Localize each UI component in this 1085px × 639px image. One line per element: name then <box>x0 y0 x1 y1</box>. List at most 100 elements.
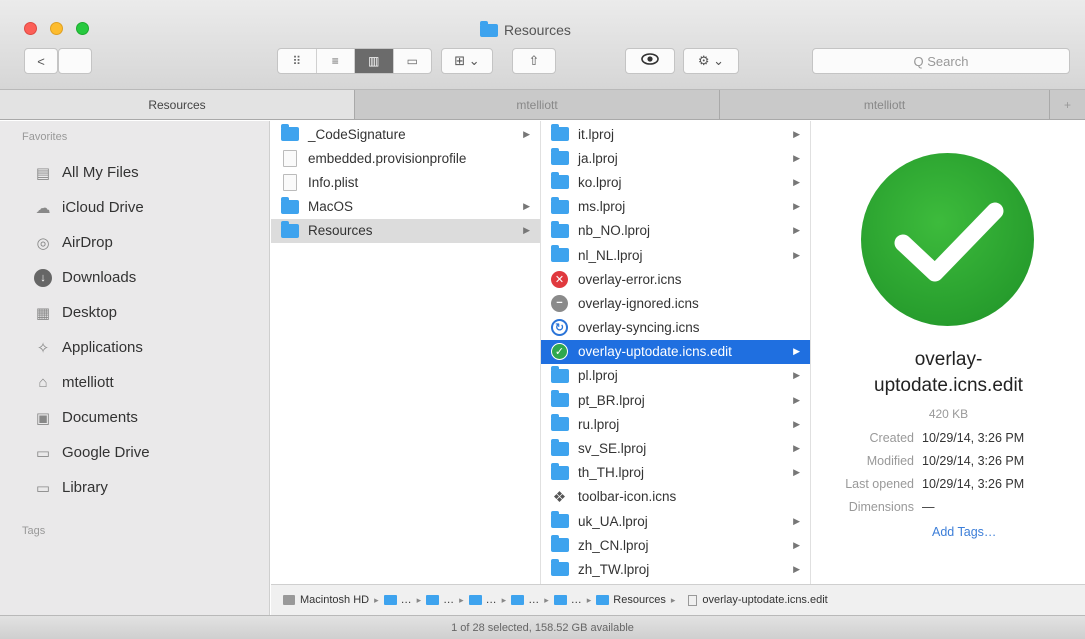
meta-value: 10/29/14, 3:26 PM <box>922 431 1025 445</box>
chevron-right-icon: ▶ <box>793 418 800 429</box>
search-field[interactable]: Q Search <box>812 48 1070 74</box>
sidebar-item-icloud-drive[interactable]: ☁ iCloud Drive <box>0 190 269 225</box>
list-item[interactable]: MacOS ▶ <box>271 195 540 219</box>
list-item[interactable]: th_TH.lproj ▶ <box>541 461 810 485</box>
chevron-right-icon: ▶ <box>793 563 800 574</box>
list-item[interactable]: ❖ toolbar-icon.icns <box>541 485 810 509</box>
file-name: overlay-error.icns <box>578 271 682 287</box>
chevron-right-icon: ▶ <box>793 249 800 260</box>
column-view-button[interactable]: ▥ <box>355 49 394 73</box>
list-item[interactable]: sv_SE.lproj ▶ <box>541 436 810 460</box>
path-volume[interactable]: Macintosh HD <box>283 594 369 606</box>
sidebar-item-label: Desktop <box>62 304 118 321</box>
icon-view-button[interactable]: ⠿ <box>278 49 317 73</box>
folder-icon <box>281 124 299 142</box>
folder-icon <box>551 559 569 577</box>
list-item[interactable]: pl.lproj ▶ <box>541 364 810 388</box>
sidebar-item-google-drive[interactable]: ▭ Google Drive <box>0 435 269 470</box>
path-folder[interactable]: … <box>426 594 454 606</box>
chevron-right-icon: ▶ <box>793 346 800 357</box>
file-name: nl_NL.lproj <box>578 247 643 263</box>
path-resources[interactable]: Resources <box>596 594 666 606</box>
preview-file-name: overlay- uptodate.icns.edit <box>812 347 1085 398</box>
list-item[interactable]: Info.plist <box>271 170 540 194</box>
list-item[interactable]: uk_UA.lproj ▶ <box>541 509 810 533</box>
arrange-button[interactable]: ⊞ ⌄ <box>441 48 493 74</box>
list-item[interactable]: nl_NL.lproj ▶ <box>541 243 810 267</box>
tab-resources[interactable]: Resources <box>0 90 355 119</box>
coverflow-view-button[interactable]: ▭ <box>394 49 432 73</box>
path-folder[interactable]: … <box>468 594 497 606</box>
close-window-button[interactable] <box>24 22 37 35</box>
chevron-right-icon: ▸ <box>374 594 379 605</box>
meta-value: — <box>922 500 935 514</box>
meta-value: 10/29/14, 3:26 PM <box>922 454 1025 468</box>
sidebar-item-documents[interactable]: ▣ Documents <box>0 400 269 435</box>
list-item[interactable]: − overlay-ignored.icns <box>541 291 810 315</box>
path-folder[interactable]: … <box>553 594 582 606</box>
folder-icon <box>553 595 567 605</box>
folder-icon <box>551 462 569 480</box>
minimize-window-button[interactable] <box>50 22 63 35</box>
sidebar-item-downloads[interactable]: ↓ Downloads <box>0 260 269 295</box>
path-bar: Macintosh HD ▸ … ▸ … ▸ … ▸ … ▸ … ▸ Resou… <box>271 584 1085 615</box>
list-item[interactable]: embedded.provisionprofile <box>271 146 540 170</box>
list-item[interactable]: ja.lproj ▶ <box>541 146 810 170</box>
sidebar-item-label: AirDrop <box>62 234 113 251</box>
list-item[interactable]: ↻ overlay-syncing.icns <box>541 316 810 340</box>
back-button[interactable]: < <box>24 48 58 74</box>
list-item[interactable]: _CodeSignature ▶ <box>271 122 540 146</box>
sidebar-item-label: mtelliott <box>62 374 114 391</box>
path-file[interactable]: overlay-uptodate.icns.edit <box>680 594 828 606</box>
zoom-window-button[interactable] <box>76 22 89 35</box>
chevron-right-icon: ▶ <box>793 515 800 526</box>
forward-button[interactable] <box>58 48 92 74</box>
file-icon <box>283 173 297 191</box>
folder-icon <box>383 595 397 605</box>
new-tab-button[interactable]: + <box>1050 90 1085 119</box>
list-item[interactable]: ru.lproj ▶ <box>541 412 810 436</box>
list-item[interactable]: nb_NO.lproj ▶ <box>541 219 810 243</box>
chevron-right-icon: ▸ <box>459 594 464 605</box>
list-item[interactable]: pt_BR.lproj ▶ <box>541 388 810 412</box>
sidebar: Favorites ▤ All My Files ☁ iCloud Drive … <box>0 121 270 615</box>
path-folder[interactable]: … <box>383 594 412 606</box>
sidebar-item-label: Documents <box>62 409 138 426</box>
sidebar-item-applications[interactable]: ✧ Applications <box>0 330 269 365</box>
list-view-button[interactable]: ≡ <box>317 49 355 73</box>
meta-key: Last opened <box>845 477 914 491</box>
sidebar-item-mtelliott[interactable]: ⌂ mtelliott <box>0 365 269 400</box>
eye-icon <box>641 52 659 70</box>
file-name: pt_BR.lproj <box>578 392 645 408</box>
view-mode-group: ⠿ ≡ ▥ ▭ <box>277 48 432 74</box>
preview-file-size: 420 KB <box>928 407 969 421</box>
list-item[interactable]: ko.lproj ▶ <box>541 170 810 194</box>
chevron-right-icon: ▶ <box>523 201 530 212</box>
chevron-right-icon: ▶ <box>793 128 800 139</box>
quicklook-button[interactable] <box>625 48 675 74</box>
sidebar-item-library[interactable]: ▭ Library <box>0 470 269 505</box>
folder-icon <box>281 196 299 214</box>
sidebar-item-desktop[interactable]: ▦ Desktop <box>0 295 269 330</box>
sidebar-item-all-my-files[interactable]: ▤ All My Files <box>0 155 269 190</box>
folder-icon <box>551 245 569 263</box>
list-item[interactable]: it.lproj ▶ <box>541 122 810 146</box>
share-button[interactable]: ⇧ <box>512 48 556 74</box>
tab-mtelliott-1[interactable]: mtelliott <box>355 90 720 119</box>
list-item[interactable]: zh_CN.lproj ▶ <box>541 533 810 557</box>
list-item[interactable]: ✕ overlay-error.icns <box>541 267 810 291</box>
list-item[interactable]: zh_TW.lproj ▶ <box>541 557 810 581</box>
path-folder[interactable]: … <box>511 594 539 606</box>
list-item[interactable]: ms.lproj ▶ <box>541 195 810 219</box>
action-menu-button[interactable]: ⚙ ⌄ <box>683 48 739 74</box>
file-name: sv_SE.lproj <box>578 441 647 457</box>
file-name: overlay-uptodate.icns.edit <box>578 344 732 360</box>
file-name: it.lproj <box>578 126 615 142</box>
tab-mtelliott-2[interactable]: mtelliott <box>720 90 1050 119</box>
folder-icon <box>281 220 299 238</box>
list-item-selected[interactable]: ✓ overlay-uptodate.icns.edit ▶ <box>541 339 810 364</box>
sidebar-item-airdrop[interactable]: ◎ AirDrop <box>0 225 269 260</box>
add-tags-link[interactable]: Add Tags… <box>932 525 996 539</box>
checkmark-icon <box>861 153 1034 326</box>
list-item-selected[interactable]: Resources ▶ <box>271 218 540 243</box>
